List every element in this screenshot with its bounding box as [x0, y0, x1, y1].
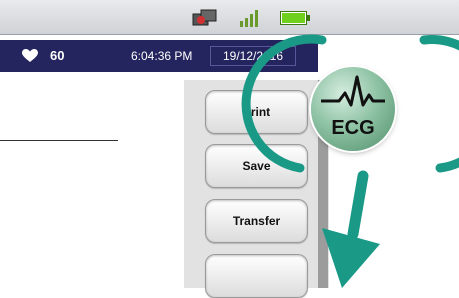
ecg-badge: ECG — [311, 67, 395, 151]
print-button[interactable]: Print — [205, 90, 308, 134]
save-button[interactable]: Save — [205, 144, 308, 188]
down-arrow-head — [322, 228, 380, 288]
battery-icon — [280, 11, 310, 25]
menu-button-partial[interactable] — [205, 254, 308, 298]
signal-strength-icon — [240, 10, 258, 27]
ecg-label: ECG — [331, 117, 375, 139]
clock-time: 6:04:36 PM — [131, 49, 193, 63]
heart-rate-value: 60 — [50, 48, 65, 63]
report-area — [0, 72, 184, 288]
status-bar — [0, 0, 459, 35]
heart-icon — [22, 49, 38, 62]
heartbeat-wave-icon — [321, 75, 385, 107]
network-error-icon — [192, 9, 217, 26]
down-arrow-shaft — [347, 170, 369, 240]
right-bracket-arc — [419, 35, 459, 173]
date-display: 19/12/2016 — [210, 46, 296, 66]
divider-line — [0, 140, 118, 141]
transfer-button[interactable]: Transfer — [205, 199, 308, 243]
patient-info-bar: 60 6:04:36 PM 19/12/2016 — [0, 40, 318, 72]
